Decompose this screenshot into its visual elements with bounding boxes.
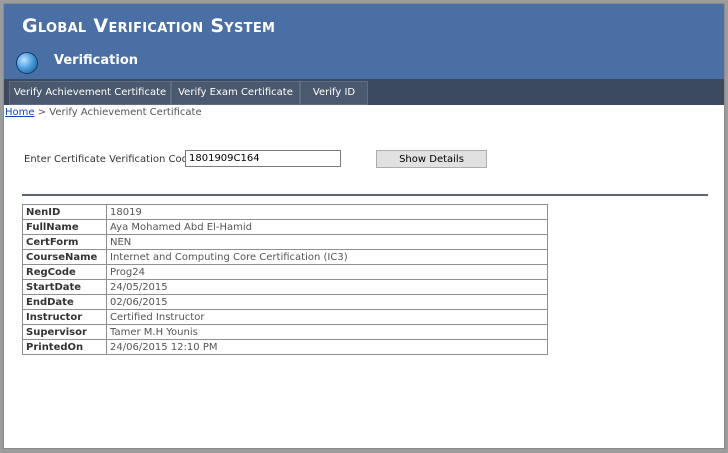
section-title: Verification [54, 53, 139, 68]
verification-code-label: Enter Certificate Verification Code [24, 154, 195, 165]
field-label: FullName [22, 219, 107, 235]
field-label: EndDate [22, 294, 107, 310]
field-label: CourseName [22, 249, 107, 265]
certificate-details-table: NenID 18019 FullName Aya Mohamed Abd El-… [22, 204, 548, 355]
breadcrumb-home-link[interactable]: Home [5, 107, 35, 118]
field-label: CertForm [22, 234, 107, 250]
page-header: Global Verification System Verification [4, 4, 724, 79]
field-value: Certified Instructor [106, 309, 548, 325]
browser-frame: Global Verification System Verification … [3, 3, 725, 449]
field-value: 18019 [106, 204, 548, 220]
field-value: Aya Mohamed Abd El-Hamid [106, 219, 548, 235]
breadcrumb-separator: > [37, 107, 47, 118]
tab-verify-achievement-certificate[interactable]: Verify Achievement Certificate [9, 81, 171, 105]
tab-verify-exam-certificate[interactable]: Verify Exam Certificate [171, 81, 300, 105]
table-row: StartDate 24/05/2015 [22, 279, 548, 295]
table-row: EndDate 02/06/2015 [22, 294, 548, 310]
field-label: NenID [22, 204, 107, 220]
table-row: Supervisor Tamer M.H Younis [22, 324, 548, 340]
table-row: RegCode Prog24 [22, 264, 548, 280]
field-value: 24/06/2015 12:10 PM [106, 339, 548, 355]
field-value: 02/06/2015 [106, 294, 548, 310]
table-row: CourseName Internet and Computing Core C… [22, 249, 548, 265]
divider [22, 194, 708, 196]
field-label: Instructor [22, 309, 107, 325]
field-value: Prog24 [106, 264, 548, 280]
nav-bar: Verify Achievement Certificate Verify Ex… [4, 79, 724, 105]
field-value: NEN [106, 234, 548, 250]
field-value: Internet and Computing Core Certificatio… [106, 249, 548, 265]
verification-code-input[interactable] [185, 150, 341, 167]
table-row: Instructor Certified Instructor [22, 309, 548, 325]
field-label: Supervisor [22, 324, 107, 340]
table-row: FullName Aya Mohamed Abd El-Hamid [22, 219, 548, 235]
table-row: NenID 18019 [22, 204, 548, 220]
site-title: Global Verification System [22, 15, 276, 37]
field-label: StartDate [22, 279, 107, 295]
table-row: CertForm NEN [22, 234, 548, 250]
breadcrumb-current: Verify Achievement Certificate [49, 107, 202, 118]
field-value: Tamer M.H Younis [106, 324, 548, 340]
field-value: 24/05/2015 [106, 279, 548, 295]
table-row: PrintedOn 24/06/2015 12:10 PM [22, 339, 548, 355]
show-details-button[interactable]: Show Details [376, 150, 487, 168]
globe-icon [16, 52, 38, 74]
field-label: RegCode [22, 264, 107, 280]
field-label: PrintedOn [22, 339, 107, 355]
tab-verify-id[interactable]: Verify ID [300, 81, 368, 105]
breadcrumb: Home > Verify Achievement Certificate [5, 107, 202, 118]
